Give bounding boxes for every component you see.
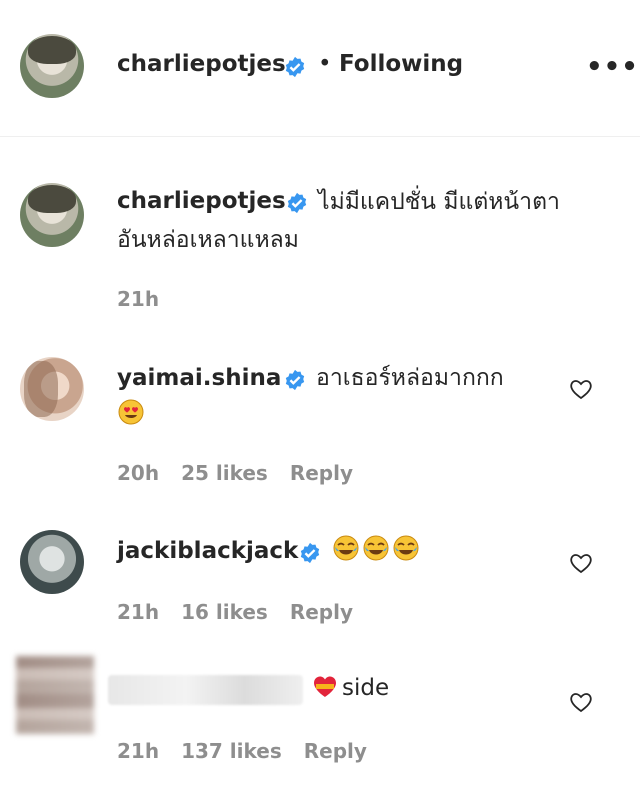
post-header: charliepotjes • Following ••• (0, 0, 640, 137)
reply-button[interactable]: Reply (290, 600, 353, 624)
comment-text: side (342, 675, 390, 701)
avatar[interactable] (20, 530, 84, 594)
more-options-icon[interactable]: ••• (586, 52, 639, 82)
heart-outline-icon[interactable] (569, 377, 593, 401)
comment-meta: 20h 25 likes Reply (117, 461, 375, 485)
tears-of-joy-emoji-icon (393, 535, 419, 561)
comment-likes[interactable]: 25 likes (181, 461, 268, 485)
heart-eyes-emoji-icon (118, 399, 144, 425)
reply-button[interactable]: Reply (304, 739, 367, 763)
tears-of-joy-emoji-icon (333, 535, 359, 561)
reply-button[interactable]: Reply (290, 461, 353, 485)
blurred-username (108, 675, 303, 705)
comment-text: อาเธอร์หล่อมากกก (316, 365, 504, 391)
comment-meta: 21h 16 likes Reply (117, 600, 375, 624)
separator-dot: • (318, 51, 332, 77)
verified-badge-icon (285, 369, 305, 391)
header-username[interactable]: charliepotjes (117, 51, 286, 77)
comment-body: side (312, 674, 389, 701)
following-button[interactable]: Following (339, 51, 463, 77)
emoji-group (333, 535, 423, 561)
avatar[interactable] (20, 34, 84, 98)
heart-emoji-icon (314, 676, 336, 697)
caption-username[interactable]: charliepotjes (117, 188, 286, 214)
tears-of-joy-emoji-icon (363, 535, 389, 561)
caption-text-continued: อันหล่อเหลาแหลม (117, 227, 299, 253)
caption-time[interactable]: 21h (117, 287, 159, 311)
comment-likes[interactable]: 16 likes (181, 600, 268, 624)
comment-time[interactable]: 20h (117, 461, 159, 485)
verified-badge-icon (300, 542, 320, 564)
comment-username[interactable]: yaimai.shina (117, 365, 281, 391)
avatar[interactable] (20, 357, 84, 421)
comment-username[interactable]: jackiblackjack (117, 538, 298, 564)
blurred-avatar[interactable] (16, 656, 94, 734)
avatar[interactable] (20, 183, 84, 247)
heart-outline-icon[interactable] (569, 690, 593, 714)
comment-likes[interactable]: 137 likes (181, 739, 282, 763)
heart-outline-icon[interactable] (569, 551, 593, 575)
verified-badge-icon (285, 56, 305, 78)
verified-badge-icon (287, 192, 307, 214)
comment-time[interactable]: 21h (117, 600, 159, 624)
comment-time[interactable]: 21h (117, 739, 159, 763)
comment-meta: 21h 137 likes Reply (117, 739, 389, 763)
caption-text: ไม่มีแคปชั่น มีแต่หน้าตา (318, 189, 560, 215)
